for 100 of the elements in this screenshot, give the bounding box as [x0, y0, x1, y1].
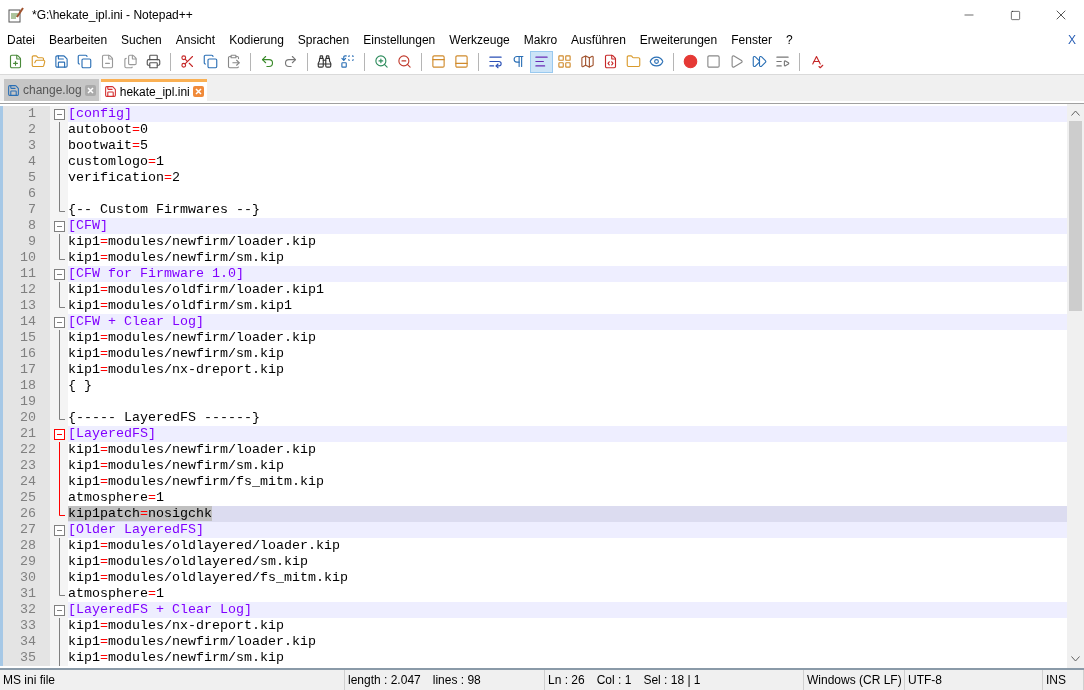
- code-line: kip1=modules/nx-dreport.kip: [68, 618, 284, 633]
- fold-toggle-icon[interactable]: [53, 316, 65, 328]
- menu-item[interactable]: ?: [778, 30, 800, 49]
- line-number: 16: [20, 346, 36, 361]
- menu-item[interactable]: Bearbeiten: [42, 30, 115, 49]
- menu-item[interactable]: Makro: [516, 30, 565, 49]
- file-tab[interactable]: hekate_ipl.ini: [100, 79, 207, 101]
- status-text: lines : 98: [432, 672, 481, 689]
- spellcheck-icon: [809, 54, 824, 69]
- code-line: kip1=modules/newfirm/fs_mitm.kip: [68, 474, 324, 489]
- line-number: 26: [20, 506, 36, 521]
- menu-item[interactable]: Fenster: [724, 30, 779, 49]
- line-number: 5: [28, 170, 36, 185]
- panel-icon: [557, 54, 572, 69]
- zoom-in-icon: [374, 54, 389, 69]
- fold-toggle-icon[interactable]: [53, 220, 65, 232]
- redo-icon: [283, 54, 298, 69]
- indent-guide-icon: [534, 54, 549, 69]
- code-line: kip1=modules/newfirm/sm.kip: [68, 650, 284, 665]
- status-text: Col : 1: [596, 672, 632, 689]
- menu-item[interactable]: Erweiterungen: [632, 30, 725, 49]
- code-line: [CFW]: [68, 218, 108, 233]
- notepad-app-icon: [8, 7, 24, 23]
- line-number: 6: [28, 186, 36, 201]
- status-text: length : 2.047: [348, 672, 421, 689]
- status-text: Ln : 26: [548, 672, 585, 689]
- fold-toggle-icon[interactable]: [53, 108, 65, 120]
- fold-toggle-icon[interactable]: [53, 604, 65, 616]
- code-line: kip1=modules/newfirm/loader.kip: [68, 634, 316, 649]
- menu-item[interactable]: Kodierung: [222, 30, 291, 49]
- code-line: kip1=modules/oldlayered/loader.kip: [68, 538, 340, 553]
- new-file-icon: [8, 54, 23, 69]
- search-icon: [317, 54, 332, 69]
- fold-toggle-icon[interactable]: [53, 268, 65, 280]
- line-number: 29: [20, 554, 36, 569]
- line-number: 15: [20, 330, 36, 345]
- status-text: Windows (CR LF): [807, 672, 902, 689]
- menu-item[interactable]: Datei: [0, 30, 42, 49]
- line-number: 14: [20, 314, 36, 329]
- line-number: 10: [20, 250, 36, 265]
- line-number: 35: [20, 650, 36, 665]
- scroll-thumb[interactable]: [1069, 121, 1082, 311]
- menu-item[interactable]: Einstellungen: [356, 30, 443, 49]
- vertical-scrollbar[interactable]: [1067, 104, 1084, 668]
- close-all-icon: [123, 54, 138, 69]
- maximize-icon: [1009, 9, 1021, 21]
- line-number: 28: [20, 538, 36, 553]
- line-number: 33: [20, 618, 36, 633]
- fast-forward-icon: [752, 54, 767, 69]
- code-line: [config]: [68, 106, 132, 121]
- line-number: 3: [28, 138, 36, 153]
- close-document-button[interactable]: X: [1060, 30, 1084, 49]
- code-line: [CFW for Firmware 1.0]: [68, 266, 244, 281]
- undo-icon: [260, 54, 275, 69]
- fold-toggle-icon[interactable]: [53, 524, 65, 536]
- line-number: 32: [20, 602, 36, 617]
- code-line: kip1=modules/newfirm/loader.kip: [68, 330, 316, 345]
- line-number: 19: [20, 394, 36, 409]
- menu-item[interactable]: Suchen: [114, 30, 169, 49]
- line-number: 18: [20, 378, 36, 393]
- line-number: 25: [20, 490, 36, 505]
- scroll-down-icon: [1071, 656, 1080, 662]
- print-icon: [146, 54, 161, 69]
- folder-icon: [626, 54, 641, 69]
- menu-item[interactable]: Ansicht: [168, 30, 223, 49]
- line-number: 30: [20, 570, 36, 585]
- menu-item[interactable]: Werkzeuge: [442, 30, 517, 49]
- line-number: 22: [20, 442, 36, 457]
- line-number: 4: [28, 154, 36, 169]
- save-all-icon: [77, 54, 92, 69]
- line-number: 9: [28, 234, 36, 249]
- code-line: kip1=modules/oldfirm/sm.kip1: [68, 298, 292, 313]
- indent-guide-button[interactable]: [530, 50, 553, 73]
- file-icon: [103, 85, 117, 98]
- sync-horizontal-icon: [454, 54, 469, 69]
- function-list-icon: [603, 54, 618, 69]
- code-line: {----- LayeredFS ------}: [68, 410, 260, 425]
- code-line: [LayeredFS]: [68, 426, 156, 441]
- tab-close-icon: [192, 86, 204, 97]
- cut-icon: [180, 54, 195, 69]
- record-icon: [683, 54, 698, 69]
- file-tab[interactable]: change.log: [4, 79, 99, 101]
- menu-item[interactable]: Sprachen: [290, 30, 357, 49]
- status-text: UTF-8: [908, 672, 942, 689]
- line-number: 27: [20, 522, 36, 537]
- fold-toggle-icon[interactable]: [53, 428, 65, 440]
- line-number: 1: [28, 106, 36, 121]
- line-number: 8: [28, 218, 36, 233]
- close-file-icon: [100, 54, 115, 69]
- line-number: 13: [20, 298, 36, 313]
- file-icon: [7, 83, 20, 97]
- code-line: [Older LayeredFS]: [68, 522, 204, 537]
- code-line: customlogo=1: [68, 154, 164, 169]
- menu-item[interactable]: Ausführen: [564, 30, 633, 49]
- word-wrap-icon: [488, 54, 503, 69]
- macro-list-icon: [775, 54, 790, 69]
- sync-vertical-icon: [431, 54, 446, 69]
- code-line: kip1=modules/newfirm/loader.kip: [68, 234, 316, 249]
- code-line: bootwait=5: [68, 138, 148, 153]
- status-text: Sel : 18 | 1: [643, 672, 701, 689]
